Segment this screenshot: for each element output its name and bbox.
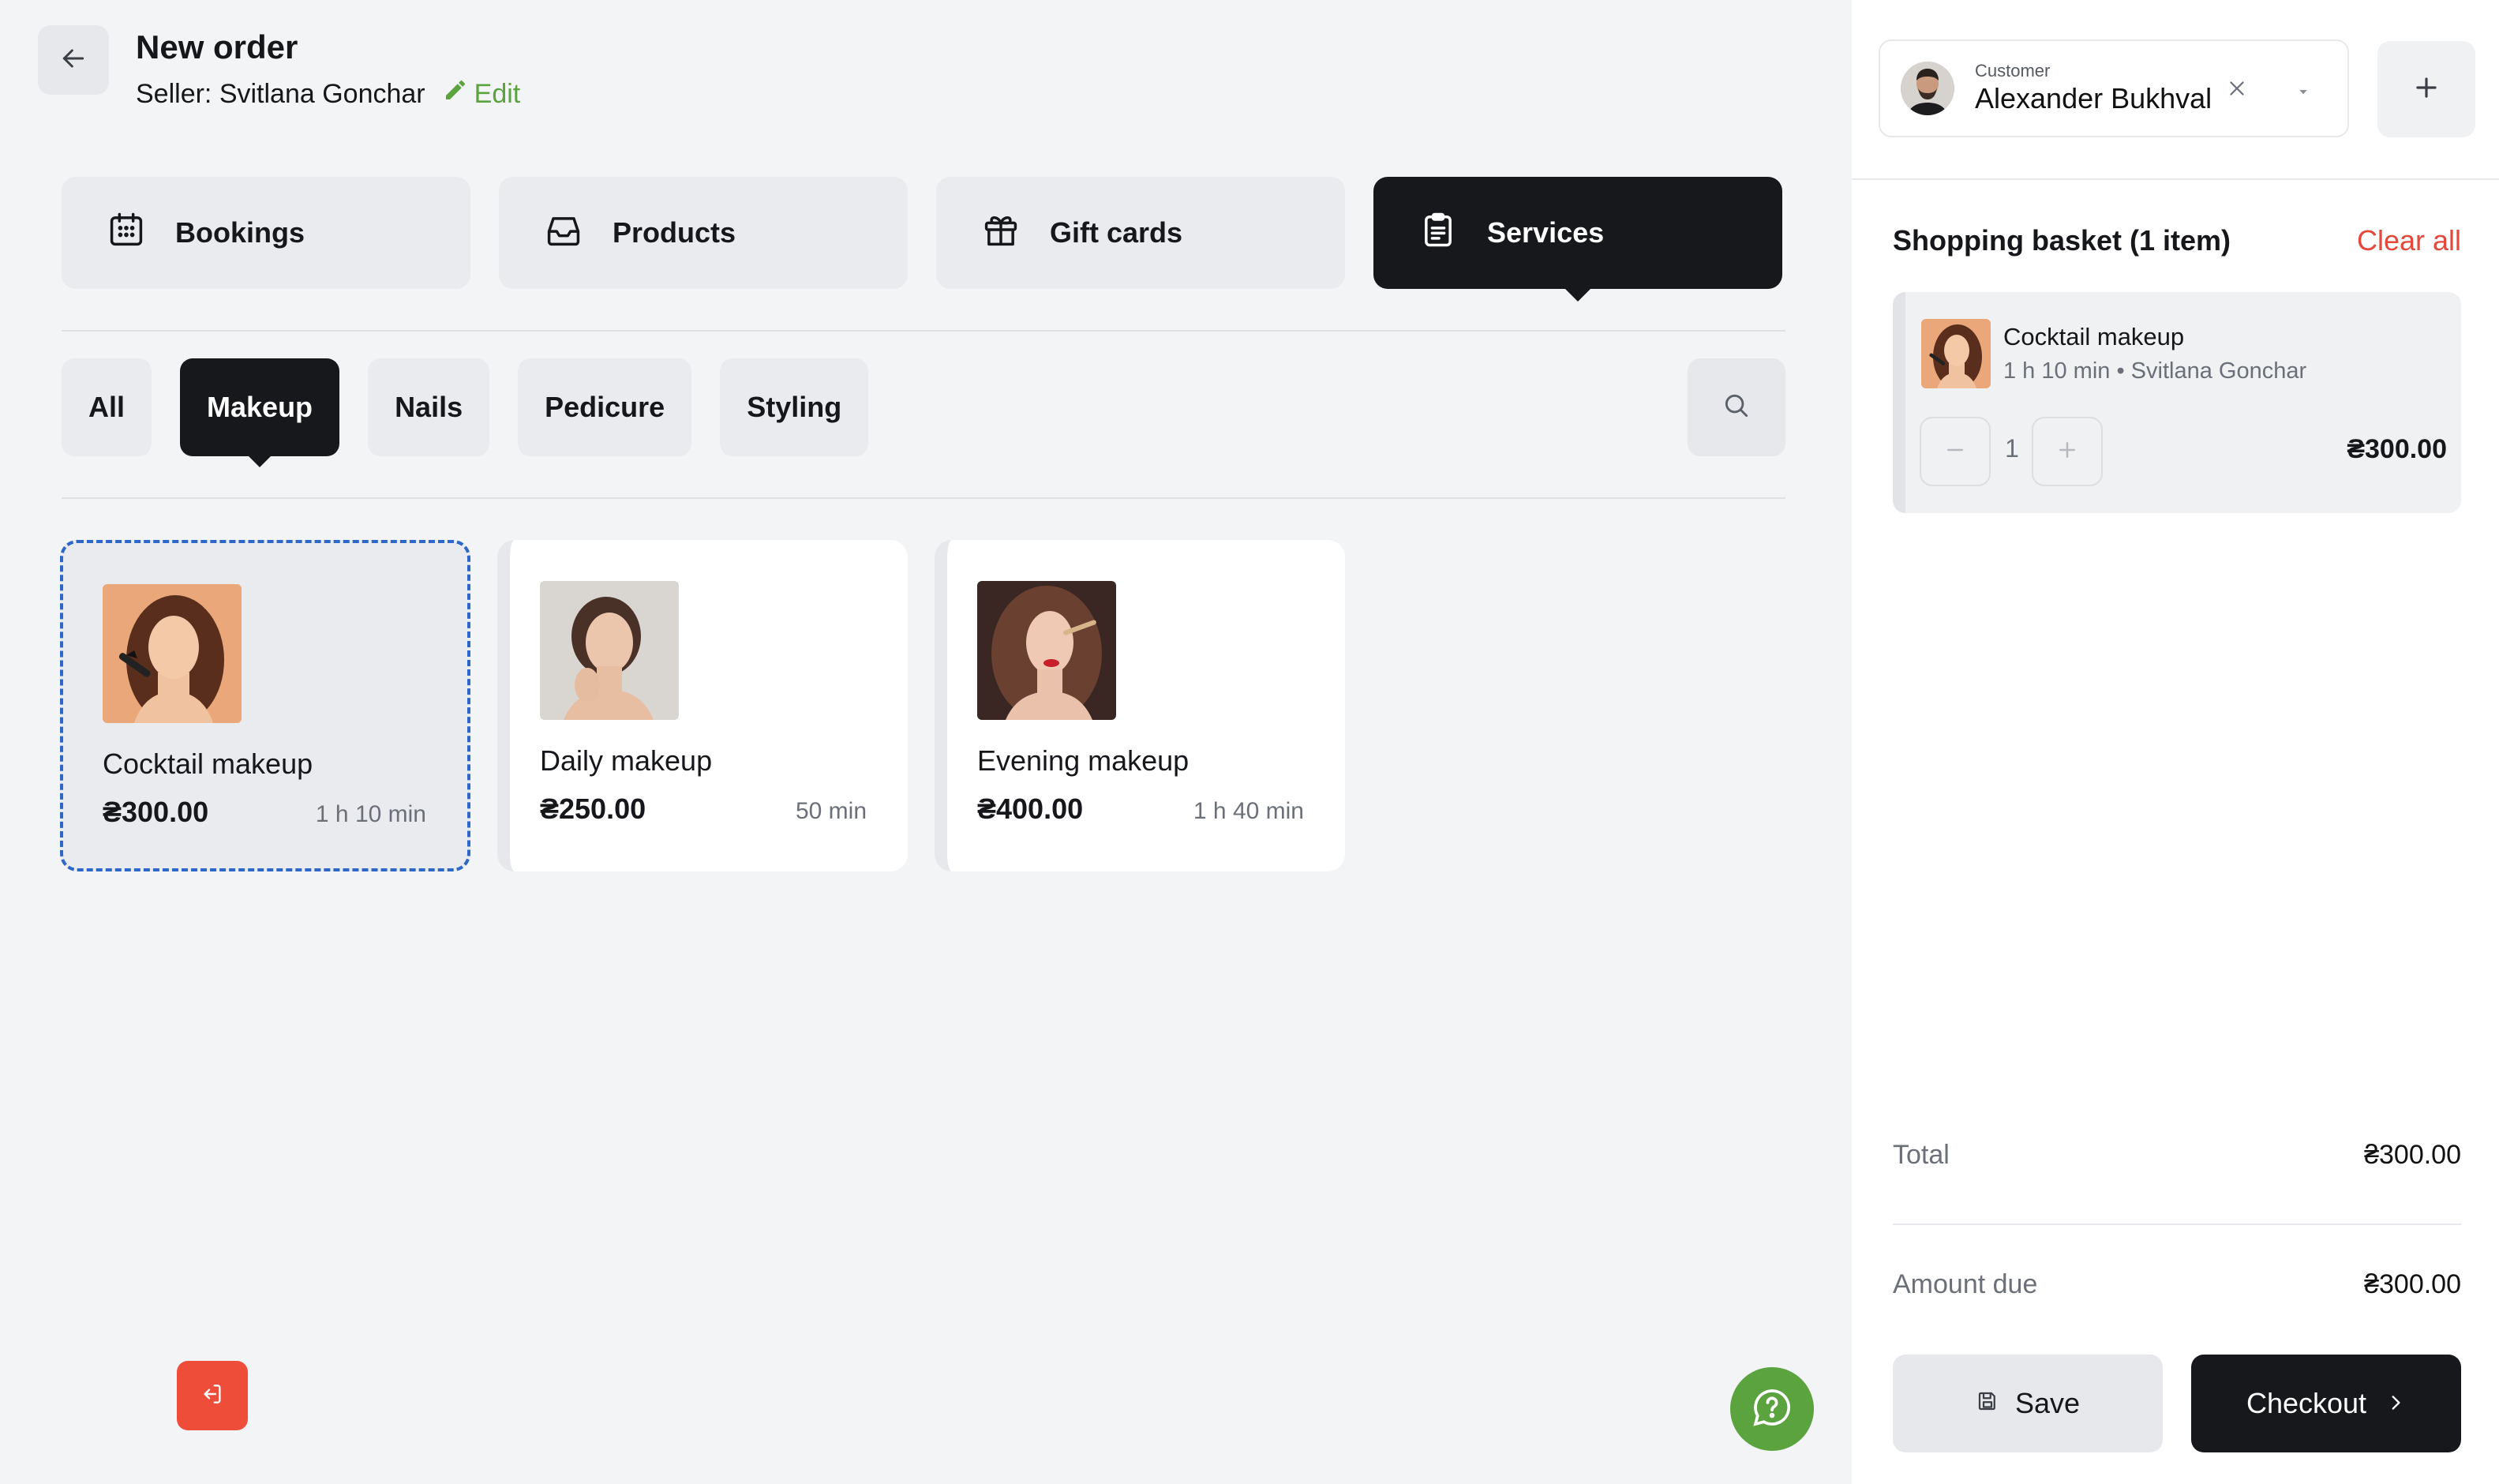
total-value: ₴300.00 <box>2364 1140 2461 1170</box>
tab-label: Services <box>1487 216 1605 249</box>
customer-label: Customer <box>1975 61 2051 81</box>
save-button[interactable]: Save <box>1893 1355 2163 1452</box>
plus-icon <box>2055 438 2079 466</box>
divider <box>62 497 1785 499</box>
service-name: Daily makeup <box>540 744 713 777</box>
order-panel: Customer Alexander Bukhval Shopping bask… <box>1852 0 2499 1484</box>
close-icon[interactable] <box>2221 73 2253 104</box>
tab-gift-cards[interactable]: Gift cards <box>936 177 1345 289</box>
basket-item-name: Cocktail makeup <box>2003 323 2185 350</box>
tab-label: Bookings <box>175 216 305 249</box>
service-meta: ₴400.00 1 h 40 min <box>977 793 1304 826</box>
tab-services[interactable]: Services <box>1373 177 1782 289</box>
subtab-styling[interactable]: Styling <box>720 358 869 456</box>
subtab-pedicure[interactable]: Pedicure <box>518 358 692 456</box>
minus-icon <box>1943 438 1967 466</box>
checkout-button[interactable]: Checkout <box>2191 1355 2461 1452</box>
amount-due-label: Amount due <box>1893 1269 2038 1299</box>
tab-label: Gift cards <box>1050 216 1183 249</box>
total-row: Total ₴300.00 <box>1893 1140 2461 1171</box>
plus-icon <box>2411 73 2441 107</box>
main-area: New order Seller: Svitlana Gonchar Edit … <box>0 0 1852 1484</box>
customer-text: Customer Alexander Bukhval <box>1975 61 2212 116</box>
tab-bookings[interactable]: Bookings <box>62 177 470 289</box>
service-grid: Cocktail makeup ₴300.00 1 h 10 min Daily… <box>60 540 1345 871</box>
service-photo <box>103 584 242 723</box>
pencil-icon <box>443 76 468 112</box>
service-price: ₴300.00 <box>103 796 209 828</box>
tab-label: Products <box>613 216 736 249</box>
service-card[interactable]: Daily makeup ₴250.00 50 min <box>497 540 908 871</box>
logout-button[interactable] <box>177 1361 248 1430</box>
seller-text: Seller: Svitlana Gonchar <box>136 79 425 109</box>
customer-name: Alexander Bukhval <box>1975 82 2212 114</box>
quantity-decrease-button[interactable] <box>1920 417 1991 486</box>
help-chat-icon <box>1750 1385 1794 1433</box>
basket-item: Cocktail makeup 1 h 10 min • Svitlana Go… <box>1893 292 2461 513</box>
tab-products[interactable]: Products <box>499 177 908 289</box>
caret-down-icon[interactable] <box>2287 76 2319 107</box>
page-title: New order <box>136 28 298 66</box>
clipboard-icon <box>1418 209 1459 257</box>
logout-icon <box>200 1381 225 1411</box>
gift-icon <box>980 209 1021 257</box>
subcategory-tabs: All Makeup Nails Pedicure Styling <box>62 358 869 456</box>
arrow-left-icon <box>58 43 89 78</box>
floppy-disk-icon <box>1976 1387 1999 1420</box>
avatar <box>1901 62 1954 115</box>
edit-label: Edit <box>474 79 521 109</box>
subtab-makeup[interactable]: Makeup <box>180 358 340 456</box>
help-button[interactable] <box>1730 1367 1814 1451</box>
amount-due-value: ₴300.00 <box>2364 1269 2461 1299</box>
basket-item-price: ₴300.00 <box>2347 434 2447 464</box>
subtab-all[interactable]: All <box>62 358 152 456</box>
subtab-nails[interactable]: Nails <box>368 358 490 456</box>
service-price: ₴400.00 <box>977 793 1084 825</box>
back-button[interactable] <box>38 25 109 95</box>
service-meta: ₴300.00 1 h 10 min <box>103 796 426 829</box>
search-button[interactable] <box>1688 358 1785 456</box>
calendar-icon <box>106 209 147 257</box>
search-icon <box>1722 391 1752 425</box>
basket-item-photo <box>1921 319 1991 388</box>
edit-seller-link[interactable]: Edit <box>443 76 521 112</box>
service-price: ₴250.00 <box>540 793 646 825</box>
basket-item-meta: 1 h 10 min • Svitlana Gonchar <box>2003 358 2307 384</box>
service-name: Cocktail makeup <box>103 748 313 780</box>
divider <box>1852 178 2499 180</box>
inbox-icon <box>543 209 584 257</box>
service-meta: ₴250.00 50 min <box>540 793 867 826</box>
quantity-increase-button[interactable] <box>2032 417 2103 486</box>
divider <box>62 330 1785 332</box>
basket-title: Shopping basket (1 item) <box>1893 224 2231 257</box>
service-name: Evening makeup <box>977 744 1190 777</box>
service-duration: 1 h 10 min <box>315 801 426 827</box>
checkout-label: Checkout <box>2246 1387 2367 1419</box>
add-customer-button[interactable] <box>2377 41 2475 137</box>
service-duration: 50 min <box>795 798 867 824</box>
amount-due-row: Amount due ₴300.00 <box>1893 1269 2461 1300</box>
service-card[interactable]: Cocktail makeup ₴300.00 1 h 10 min <box>60 540 470 871</box>
service-card[interactable]: Evening makeup ₴400.00 1 h 40 min <box>935 540 1345 871</box>
clear-all-button[interactable]: Clear all <box>2357 224 2461 257</box>
customer-selector[interactable]: Customer Alexander Bukhval <box>1879 39 2349 137</box>
divider <box>1893 1224 2461 1225</box>
service-photo <box>540 581 679 720</box>
basket-header: Shopping basket (1 item) Clear all <box>1893 224 2461 257</box>
service-duration: 1 h 40 min <box>1193 798 1304 824</box>
chevron-right-icon <box>2385 1387 2406 1420</box>
total-label: Total <box>1893 1140 1950 1170</box>
save-label: Save <box>2014 1387 2081 1419</box>
quantity-value: 1 <box>2005 434 2019 463</box>
service-photo <box>977 581 1116 720</box>
seller-line: Seller: Svitlana Gonchar Edit <box>136 76 520 112</box>
category-tabs: Bookings Products Gift cards Services <box>62 177 1782 289</box>
